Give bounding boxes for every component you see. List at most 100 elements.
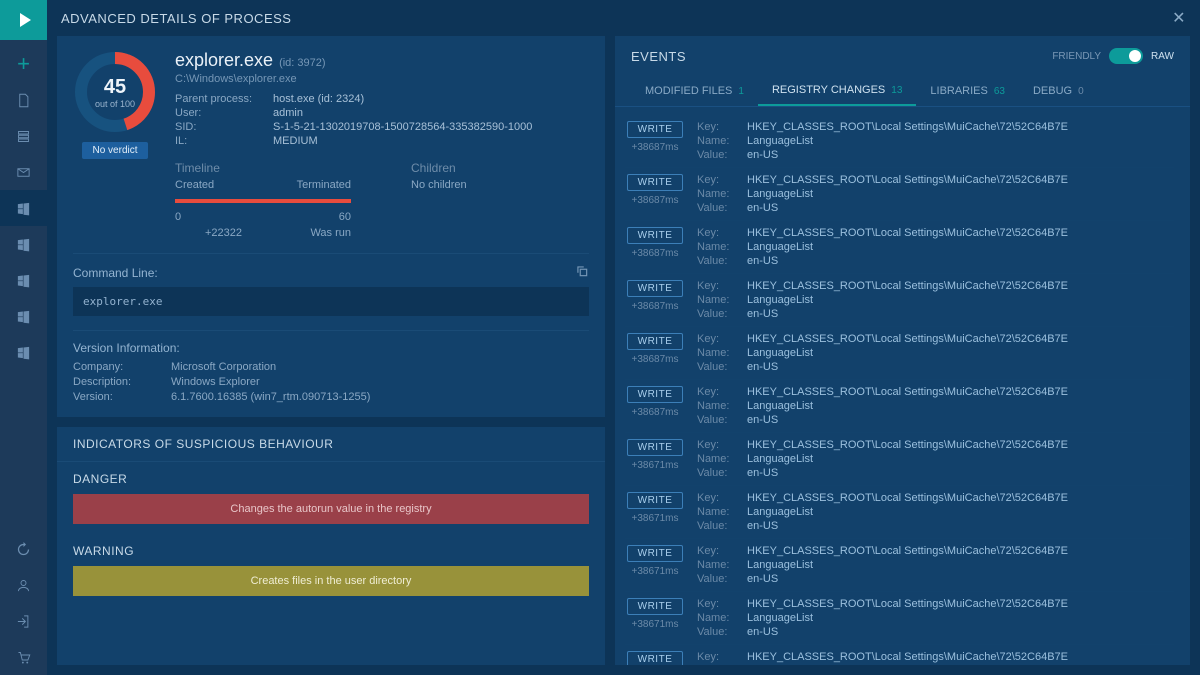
toggle-friendly-label: FRIENDLY — [1052, 51, 1101, 62]
nav-mail-icon[interactable] — [0, 154, 47, 190]
desc-value: Windows Explorer — [171, 376, 589, 388]
event-time: +38671ms — [632, 619, 679, 630]
event-time: +38687ms — [632, 301, 679, 312]
tab-registry-changes[interactable]: REGISTRY CHANGES13 — [758, 76, 916, 106]
ver-value: 6.1.7600.16385 (win7_rtm.090713-1255) — [171, 391, 589, 403]
cmd-label: Command Line: — [73, 266, 158, 280]
op-badge: WRITE — [627, 439, 684, 456]
company-value: Microsoft Corporation — [171, 361, 589, 373]
process-panel: 45out of 100 No verdict explorer.exe (id:… — [57, 36, 605, 417]
add-button[interactable]: + — [0, 46, 47, 82]
warning-label: WARNING — [73, 544, 589, 558]
warning-item[interactable]: Creates files in the user directory — [73, 566, 589, 596]
il-value: MEDIUM — [273, 135, 589, 147]
children-label: Children — [411, 161, 467, 175]
nav-windows-4-icon[interactable] — [0, 298, 47, 334]
score-sub: out of 100 — [95, 99, 135, 109]
indicators-panel: INDICATORS OF SUSPICIOUS BEHAVIOUR DANGE… — [57, 427, 605, 665]
tl-offset: +22322 — [205, 227, 242, 239]
tl-created: Created — [175, 179, 214, 191]
company-label: Company: — [73, 361, 163, 373]
verdict-badge: No verdict — [82, 142, 147, 159]
nav-windows-5-icon[interactable] — [0, 334, 47, 370]
op-badge: WRITE — [627, 227, 684, 244]
titlebar: ADVANCED DETAILS OF PROCESS ✕ — [47, 0, 1200, 36]
timeline-label: Timeline — [175, 161, 351, 175]
event-row[interactable]: WRITE+38687msKey:HKEY_CLASSES_ROOT\Local… — [625, 168, 1174, 221]
page-title: ADVANCED DETAILS OF PROCESS — [61, 11, 291, 26]
tl-wasrun: Was run — [310, 227, 351, 239]
event-row[interactable]: WRITE+38671msKey:HKEY_CLASSES_ROOT\Local… — [625, 433, 1174, 486]
op-badge: WRITE — [627, 121, 684, 138]
user-value: admin — [273, 107, 589, 119]
danger-item[interactable]: Changes the autorun value in the registr… — [73, 494, 589, 524]
event-row[interactable]: WRITE+38671msKey:HKEY_CLASSES_ROOT\Local… — [625, 486, 1174, 539]
app-logo[interactable] — [0, 0, 47, 40]
event-row[interactable]: WRITE+38671msKey:HKEY_CLASSES_ROOT\Local… — [625, 645, 1174, 665]
events-list[interactable]: WRITE+38687msKey:HKEY_CLASSES_ROOT\Local… — [615, 107, 1190, 665]
event-row[interactable]: WRITE+38687msKey:HKEY_CLASSES_ROOT\Local… — [625, 115, 1174, 168]
nav-report-icon[interactable] — [0, 118, 47, 154]
event-time: +38687ms — [632, 407, 679, 418]
op-badge: WRITE — [627, 386, 684, 403]
event-time: +38671ms — [632, 566, 679, 577]
event-row[interactable]: WRITE+38671msKey:HKEY_CLASSES_ROOT\Local… — [625, 539, 1174, 592]
event-row[interactable]: WRITE+38687msKey:HKEY_CLASSES_ROOT\Local… — [625, 221, 1174, 274]
event-row[interactable]: WRITE+38687msKey:HKEY_CLASSES_ROOT\Local… — [625, 327, 1174, 380]
score-value: 45 — [104, 76, 126, 99]
sidebar: + — [0, 0, 47, 675]
toggle-raw-label: RAW — [1151, 51, 1174, 62]
nav-user-icon[interactable] — [0, 567, 47, 603]
process-pid: (id: 3972) — [279, 57, 325, 69]
event-row[interactable]: WRITE+38687msKey:HKEY_CLASSES_ROOT\Local… — [625, 380, 1174, 433]
children-value: No children — [411, 179, 467, 191]
event-time: +38687ms — [632, 142, 679, 153]
nav-file-icon[interactable] — [0, 82, 47, 118]
close-icon[interactable]: ✕ — [1172, 8, 1186, 28]
events-panel: EVENTS FRIENDLY RAW MODIFIED FILES1REGIS… — [615, 36, 1190, 665]
ver-label: Version: — [73, 391, 163, 403]
cmd-value: explorer.exe — [73, 287, 589, 316]
op-badge: WRITE — [627, 598, 684, 615]
event-row[interactable]: WRITE+38687msKey:HKEY_CLASSES_ROOT\Local… — [625, 274, 1174, 327]
nav-windows-2-icon[interactable] — [0, 226, 47, 262]
tab-debug[interactable]: DEBUG0 — [1019, 76, 1098, 106]
nav-cart-icon[interactable] — [0, 639, 47, 675]
version-title: Version Information: — [73, 341, 589, 355]
main-panel: ADVANCED DETAILS OF PROCESS ✕ 45out of 1… — [47, 0, 1200, 675]
danger-label: DANGER — [73, 472, 589, 486]
event-time: +38671ms — [632, 513, 679, 524]
events-title: EVENTS — [631, 49, 686, 64]
tl-zero: 0 — [175, 211, 181, 223]
indicators-title: INDICATORS OF SUSPICIOUS BEHAVIOUR — [57, 427, 605, 462]
tl-terminated: Terminated — [297, 179, 351, 191]
op-badge: WRITE — [627, 333, 684, 350]
event-time: +38687ms — [632, 248, 679, 259]
process-path: C:\Windows\explorer.exe — [175, 73, 589, 85]
op-badge: WRITE — [627, 545, 684, 562]
il-label: IL: — [175, 135, 265, 147]
timeline-bar — [175, 199, 351, 203]
score-donut: 45out of 100 — [73, 50, 157, 134]
copy-icon[interactable] — [575, 264, 589, 281]
desc-label: Description: — [73, 376, 163, 388]
event-time: +38687ms — [632, 195, 679, 206]
event-tabs: MODIFIED FILES1REGISTRY CHANGES13LIBRARI… — [615, 76, 1190, 107]
sid-label: SID: — [175, 121, 265, 133]
nav-history-icon[interactable] — [0, 531, 47, 567]
parent-label: Parent process: — [175, 93, 265, 105]
tab-modified-files[interactable]: MODIFIED FILES1 — [631, 76, 758, 106]
event-time: +38671ms — [632, 460, 679, 471]
op-badge: WRITE — [627, 492, 684, 509]
view-toggle[interactable] — [1109, 48, 1143, 64]
nav-windows-active-icon[interactable] — [0, 190, 47, 226]
tl-sixty: 60 — [339, 211, 351, 223]
op-badge: WRITE — [627, 174, 684, 191]
event-row[interactable]: WRITE+38671msKey:HKEY_CLASSES_ROOT\Local… — [625, 592, 1174, 645]
process-name: explorer.exe — [175, 50, 273, 71]
nav-windows-3-icon[interactable] — [0, 262, 47, 298]
nav-logout-icon[interactable] — [0, 603, 47, 639]
event-time: +38687ms — [632, 354, 679, 365]
tab-libraries[interactable]: LIBRARIES63 — [916, 76, 1019, 106]
parent-value: host.exe (id: 2324) — [273, 93, 589, 105]
